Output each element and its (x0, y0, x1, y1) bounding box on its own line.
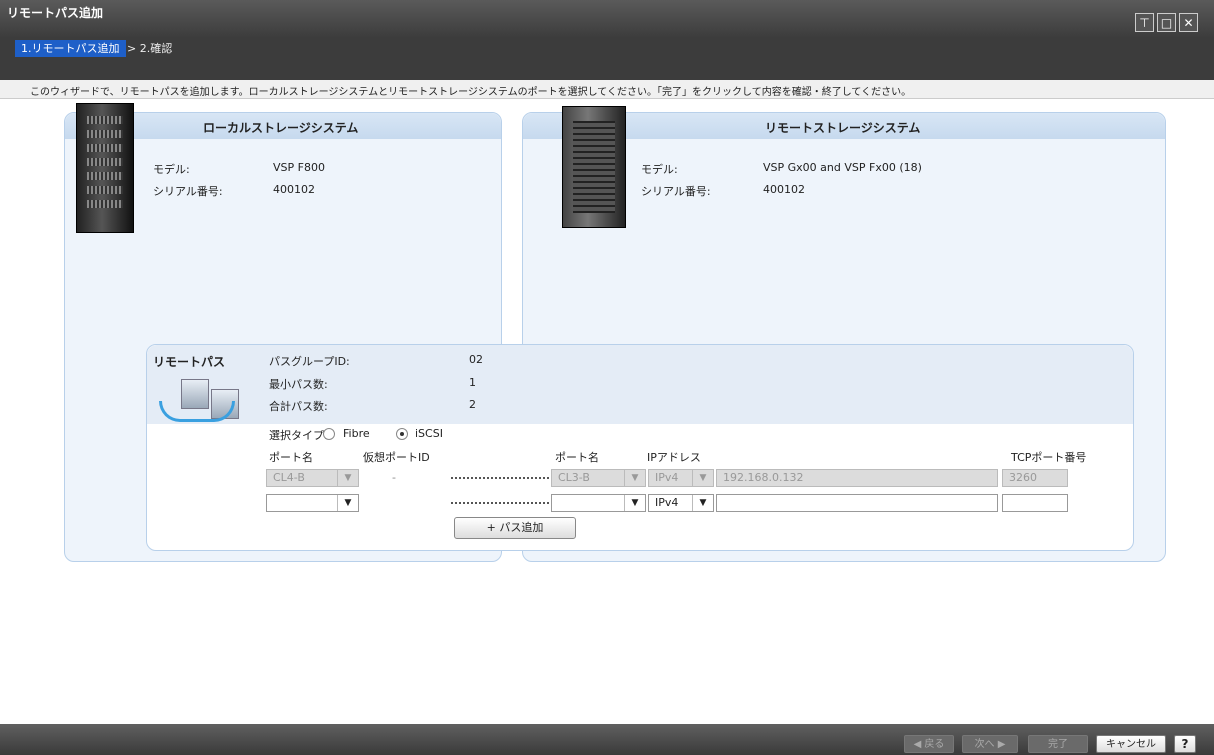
wizard-step-current: 1.リモートパス追加 (15, 40, 126, 57)
chevron-down-icon: ▼ (337, 495, 358, 511)
close-icon[interactable]: ✕ (1179, 13, 1198, 32)
window-title: リモートパス追加 (7, 6, 104, 20)
path-group-label: パスグループID: (269, 355, 350, 368)
ip-version-value: IPv4 (655, 496, 679, 509)
wizard-step-next: > 2.確認 (127, 40, 172, 57)
remote-port-select[interactable]: ▼ (551, 494, 646, 512)
description-text: このウィザードで、リモートパスを追加します。ローカルストレージシステムとリモート… (30, 87, 912, 98)
remote-port-value: CL3-B (558, 471, 590, 484)
next-button[interactable]: 次へ ▶ (962, 735, 1018, 753)
ip-version-value: IPv4 (655, 471, 679, 484)
pin-icon[interactable]: ⊤ (1135, 13, 1154, 32)
total-paths-value: 2 (469, 398, 476, 411)
col-ip-address: IPアドレス (647, 451, 701, 464)
local-serial-value: 400102 (273, 183, 315, 196)
tcp-port-value: 3260 (1009, 471, 1037, 484)
chevron-down-icon: ▼ (624, 495, 645, 511)
remote-port-select: CL3-B ▼ (551, 469, 646, 487)
remote-model-value: VSP Gx00 and VSP Fx00 (18) (763, 161, 922, 174)
chevron-down-icon: ▼ (692, 470, 713, 486)
select-type-label: 選択タイプ: (269, 429, 328, 442)
local-port-value: CL4-B (273, 471, 305, 484)
radio-fibre[interactable] (323, 428, 335, 440)
min-paths-value: 1 (469, 376, 476, 389)
local-port-select: CL4-B ▼ (266, 469, 359, 487)
chevron-down-icon: ▼ (337, 470, 358, 486)
restore-icon[interactable]: □ (1157, 13, 1176, 32)
server-icon (562, 106, 626, 228)
back-button[interactable]: ◀ 戻る (904, 735, 954, 753)
radio-iscsi[interactable] (396, 428, 408, 440)
add-path-button[interactable]: + パス追加 (454, 517, 576, 539)
ip-address-field: 192.168.0.132 (716, 469, 998, 487)
total-paths-label: 合計パス数: (269, 400, 328, 413)
col-local-port: ポート名 (269, 451, 313, 464)
radio-iscsi-label: iSCSI (415, 427, 443, 440)
remote-path-panel: リモートパス パスグループID: 02 最小パス数: 1 合計パス数: 2 選択… (146, 344, 1134, 551)
local-panel-title: ローカルストレージシステム (203, 121, 359, 135)
ip-version-select: IPv4 ▼ (648, 469, 714, 487)
local-model-label: モデル: (153, 163, 190, 176)
ip-address-value: 192.168.0.132 (723, 471, 804, 484)
cancel-button[interactable]: キャンセル (1096, 735, 1166, 753)
local-model-value: VSP F800 (273, 161, 325, 174)
window-titlebar: リモートパス追加 ⊤ □ ✕ (0, 0, 1214, 38)
chevron-down-icon: ▼ (624, 470, 645, 486)
path-connector (451, 502, 549, 506)
remote-serial-label: シリアル番号: (641, 185, 711, 198)
server-icon (76, 103, 134, 233)
step-confirm-label: 2.確認 (139, 42, 173, 55)
finish-button[interactable]: 完了 (1028, 735, 1088, 753)
help-icon[interactable]: ? (1174, 735, 1196, 753)
remote-path-icon (159, 375, 239, 425)
local-serial-label: シリアル番号: (153, 185, 223, 198)
remote-serial-value: 400102 (763, 183, 805, 196)
local-port-select[interactable]: ▼ (266, 494, 359, 512)
wizard-step-bar: 1.リモートパス追加 > 2.確認 (0, 38, 1214, 80)
virtual-port-value: - (392, 471, 396, 484)
step-separator: > (127, 42, 137, 55)
min-paths-label: 最小パス数: (269, 378, 328, 391)
tcp-port-field: 3260 (1002, 469, 1068, 487)
path-group-value: 02 (469, 353, 483, 366)
remote-path-title: リモートパス (153, 355, 226, 369)
col-remote-port: ポート名 (555, 451, 599, 464)
col-tcp-port: TCPポート番号 (1011, 451, 1087, 464)
radio-fibre-label: Fibre (343, 427, 370, 440)
wizard-description: このウィザードで、リモートパスを追加します。ローカルストレージシステムとリモート… (0, 80, 1214, 99)
ip-address-field[interactable] (716, 494, 998, 512)
remote-model-label: モデル: (641, 163, 678, 176)
path-connector (451, 477, 549, 481)
wizard-footer: ◀ 戻る 次へ ▶ 完了 キャンセル ? (0, 724, 1214, 755)
col-virtual-port: 仮想ポートID (363, 451, 430, 464)
remote-panel-title: リモートストレージシステム (765, 121, 921, 135)
chevron-down-icon: ▼ (692, 495, 713, 511)
ip-version-select[interactable]: IPv4 ▼ (648, 494, 714, 512)
tcp-port-field[interactable] (1002, 494, 1068, 512)
